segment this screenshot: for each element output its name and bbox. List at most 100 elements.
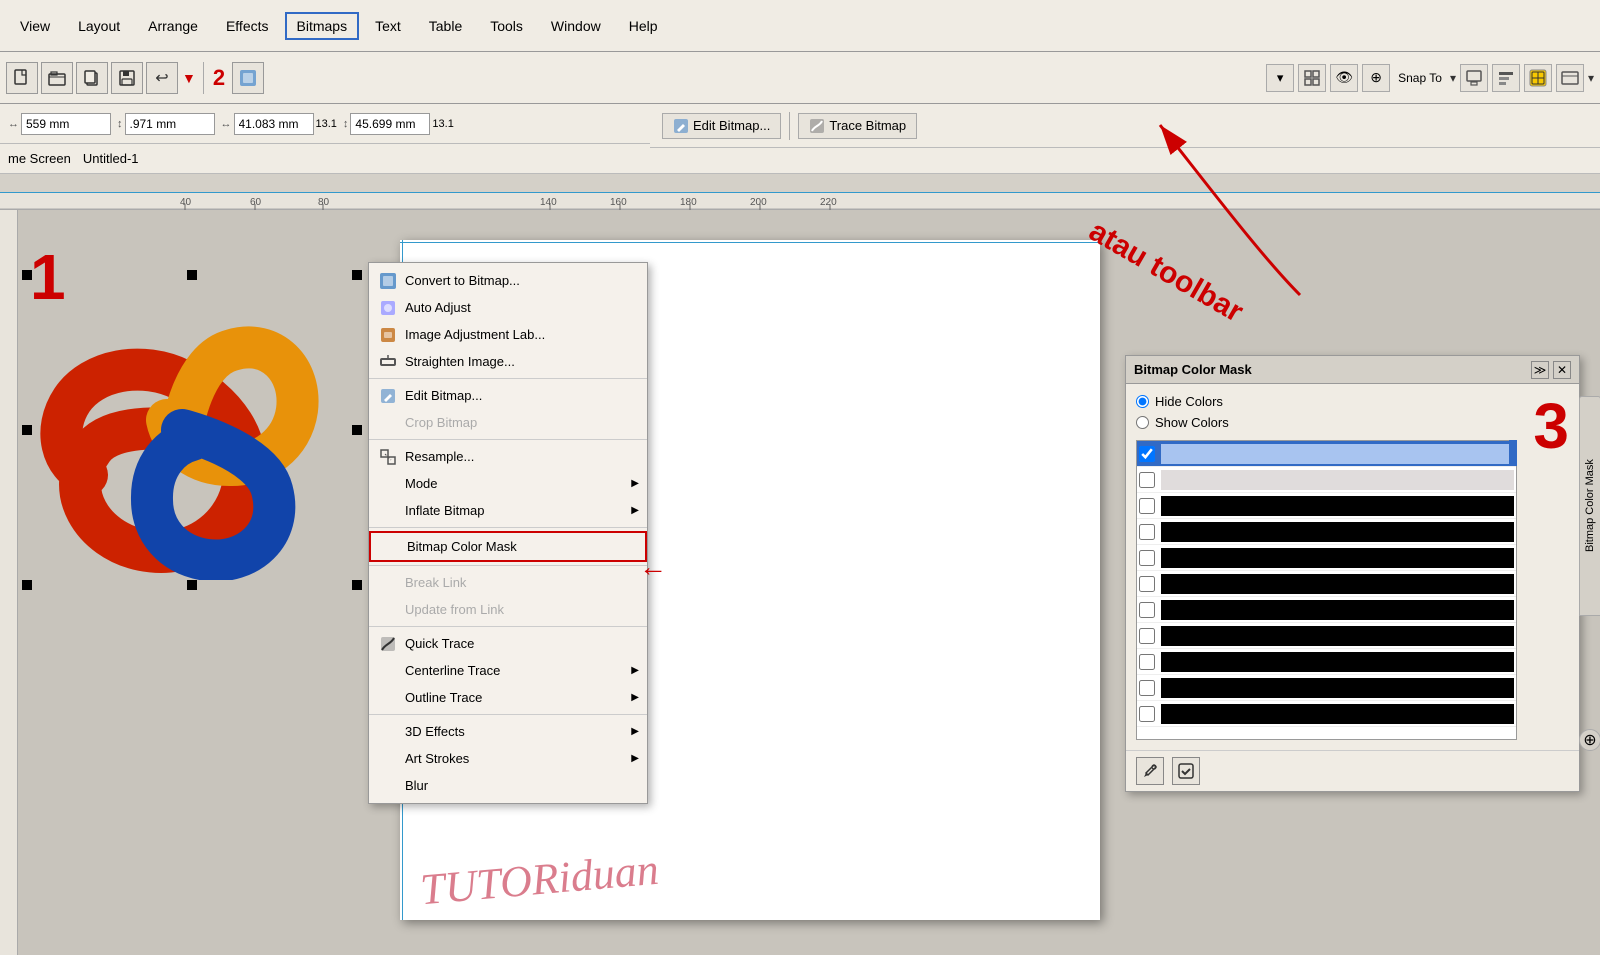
extra-btn[interactable] bbox=[1556, 64, 1584, 92]
menu-item-outline-trace[interactable]: Outline Trace bbox=[369, 684, 647, 711]
hide-colors-option[interactable]: Hide Colors bbox=[1136, 394, 1517, 409]
bitmap-color-mask-toolbar-btn[interactable] bbox=[1524, 64, 1552, 92]
bitmap-convert-btn[interactable] bbox=[232, 62, 264, 94]
width-input[interactable] bbox=[234, 113, 314, 135]
snap-to-label: Snap To bbox=[1398, 71, 1442, 85]
dropdown-select[interactable]: ▾ bbox=[1266, 64, 1294, 92]
show-colors-radio[interactable] bbox=[1136, 416, 1149, 429]
main-toolbar: ↩ ▼ 2 ▾ 👁 ⊕ Snap To ▾ bbox=[0, 52, 1600, 104]
menu-item-inflate[interactable]: Inflate Bitmap bbox=[369, 497, 647, 524]
handle-tr[interactable] bbox=[352, 270, 362, 280]
crosshair-btn[interactable]: ⊕ bbox=[1362, 64, 1390, 92]
color-row-10[interactable] bbox=[1137, 675, 1516, 701]
panel-side-tab[interactable]: Bitmap Color Mask bbox=[1579, 396, 1600, 616]
panel-body: Hide Colors Show Colors bbox=[1126, 384, 1579, 750]
handle-bm[interactable] bbox=[187, 580, 197, 590]
menu-bitmaps[interactable]: Bitmaps bbox=[285, 12, 360, 40]
color-check-9[interactable] bbox=[1139, 654, 1155, 670]
menu-item-straighten[interactable]: Straighten Image... bbox=[369, 348, 647, 375]
menu-tools[interactable]: Tools bbox=[478, 12, 535, 40]
open-btn[interactable] bbox=[41, 62, 73, 94]
hide-colors-radio[interactable] bbox=[1136, 395, 1149, 408]
panel-add-btn[interactable]: ⊕ bbox=[1579, 729, 1600, 751]
save-btn[interactable] bbox=[111, 62, 143, 94]
menu-table[interactable]: Table bbox=[417, 12, 474, 40]
color-row-8[interactable] bbox=[1137, 623, 1516, 649]
svg-text:60: 60 bbox=[250, 197, 262, 208]
color-check-2[interactable] bbox=[1139, 472, 1155, 488]
dropdown-arrow[interactable]: ▼ bbox=[180, 70, 198, 86]
menu-item-image-adjust[interactable]: Image Adjustment Lab... bbox=[369, 321, 647, 348]
color-check-7[interactable] bbox=[1139, 602, 1155, 618]
height-input[interactable] bbox=[350, 113, 430, 135]
menu-item-blur[interactable]: Blur bbox=[369, 772, 647, 799]
eyedrop-btn[interactable]: 👁 bbox=[1330, 64, 1358, 92]
color-row-3[interactable] bbox=[1137, 493, 1516, 519]
panel-pin-btn[interactable]: ≫ bbox=[1531, 361, 1549, 379]
color-check-8[interactable] bbox=[1139, 628, 1155, 644]
panel-close-btn[interactable]: ✕ bbox=[1553, 361, 1571, 379]
separator-1 bbox=[203, 62, 204, 94]
color-row-2[interactable] bbox=[1137, 467, 1516, 493]
color-check-6[interactable] bbox=[1139, 576, 1155, 592]
menu-arrange[interactable]: Arrange bbox=[136, 12, 210, 40]
menu-item-convert-bitmap[interactable]: Convert to Bitmap... bbox=[369, 267, 647, 294]
menu-item-edit-bitmap[interactable]: Edit Bitmap... bbox=[369, 382, 647, 409]
apply-btn[interactable] bbox=[1172, 757, 1200, 785]
selected-object-container[interactable]: × bbox=[22, 270, 362, 590]
color-row-5[interactable] bbox=[1137, 545, 1516, 571]
eyedropper-btn[interactable] bbox=[1136, 757, 1164, 785]
color-row-1[interactable] bbox=[1137, 441, 1516, 467]
color-check-11[interactable] bbox=[1139, 706, 1155, 722]
menu-layout[interactable]: Layout bbox=[66, 12, 132, 40]
grid-snap-btn[interactable] bbox=[1298, 64, 1326, 92]
color-check-4[interactable] bbox=[1139, 524, 1155, 540]
menu-item-auto-adjust[interactable]: Auto Adjust bbox=[369, 294, 647, 321]
color-swatch-1 bbox=[1161, 444, 1514, 464]
color-check-10[interactable] bbox=[1139, 680, 1155, 696]
align-btn[interactable] bbox=[1492, 64, 1520, 92]
menu-effects[interactable]: Effects bbox=[214, 12, 281, 40]
color-row-6[interactable] bbox=[1137, 571, 1516, 597]
color-row-7[interactable] bbox=[1137, 597, 1516, 623]
color-check-1[interactable] bbox=[1139, 446, 1155, 462]
new-btn[interactable] bbox=[6, 62, 38, 94]
menu-help[interactable]: Help bbox=[617, 12, 670, 40]
handle-br[interactable] bbox=[352, 580, 362, 590]
color-row-11[interactable] bbox=[1137, 701, 1516, 727]
copy-icon[interactable] bbox=[76, 62, 108, 94]
menu-item-3d-effects[interactable]: 3D Effects bbox=[369, 718, 647, 745]
menu-item-resample[interactable]: Resample... bbox=[369, 443, 647, 470]
menu-view[interactable]: View bbox=[8, 12, 62, 40]
scrollbar-thumb[interactable] bbox=[1509, 440, 1517, 466]
y-value-input[interactable]: .971 mm bbox=[125, 113, 215, 135]
monitor-btn[interactable] bbox=[1460, 64, 1488, 92]
color-row-4[interactable] bbox=[1137, 519, 1516, 545]
snap-dropdown-arrow[interactable]: ▾ bbox=[1450, 71, 1456, 85]
x-value-input[interactable]: 559 mm bbox=[21, 113, 111, 135]
color-list[interactable] bbox=[1136, 440, 1517, 740]
color-check-5[interactable] bbox=[1139, 550, 1155, 566]
menu-item-centerline-trace[interactable]: Centerline Trace bbox=[369, 657, 647, 684]
edit-bitmap-btn[interactable]: Edit Bitmap... bbox=[662, 113, 781, 139]
y-position-field: ↕ .971 mm bbox=[117, 113, 215, 135]
menu-text[interactable]: Text bbox=[363, 12, 413, 40]
menu-item-color-mask[interactable]: Bitmap Color Mask bbox=[369, 531, 647, 562]
color-row-9[interactable] bbox=[1137, 649, 1516, 675]
color-swatch-6 bbox=[1161, 574, 1514, 594]
handle-bl[interactable] bbox=[22, 580, 32, 590]
handle-ml[interactable] bbox=[22, 425, 32, 435]
menu-item-art-strokes[interactable]: Art Strokes bbox=[369, 745, 647, 772]
undo-btn[interactable]: ↩ bbox=[146, 62, 178, 94]
bitmaps-dropdown-menu: Convert to Bitmap... Auto Adjust Image A… bbox=[368, 262, 648, 804]
auto-adjust-icon bbox=[377, 297, 399, 319]
menu-item-quick-trace[interactable]: Quick Trace bbox=[369, 630, 647, 657]
extra-dropdown[interactable]: ▾ bbox=[1588, 71, 1594, 85]
menu-window[interactable]: Window bbox=[539, 12, 613, 40]
handle-tm[interactable] bbox=[187, 270, 197, 280]
trace-bitmap-btn[interactable]: Trace Bitmap bbox=[798, 113, 917, 139]
handle-mr[interactable] bbox=[352, 425, 362, 435]
color-check-3[interactable] bbox=[1139, 498, 1155, 514]
show-colors-option[interactable]: Show Colors bbox=[1136, 415, 1517, 430]
menu-item-mode[interactable]: Mode bbox=[369, 470, 647, 497]
